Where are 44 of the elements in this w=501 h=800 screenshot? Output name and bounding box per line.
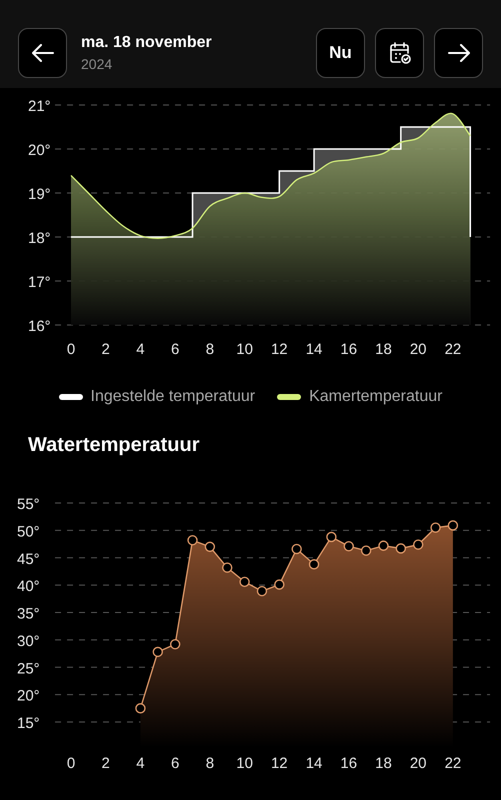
x-axis-label: 18 (375, 341, 392, 358)
y-axis-label: 19° (28, 186, 51, 203)
x-axis-label: 0 (66, 341, 76, 358)
x-axis-label: 6 (171, 341, 180, 358)
y-axis-label: 45° (17, 550, 40, 568)
legend-label: Kamertemperatuur (309, 388, 442, 406)
y-axis-label: 15° (17, 715, 40, 732)
legend-label: Ingestelde temperatuur (90, 388, 256, 406)
x-axis-label: 14 (306, 341, 322, 358)
x-axis-label: 4 (136, 755, 145, 772)
y-axis-label: 50° (17, 523, 40, 540)
y-axis-label: 30° (17, 632, 40, 650)
x-axis-label: 14 (306, 755, 322, 772)
x-axis-label: 10 (236, 341, 253, 358)
x-axis-label: 20 (410, 341, 427, 358)
y-axis-label: 21° (28, 98, 51, 115)
date-title: ma. 18 november (81, 34, 213, 52)
year-label: 2024 (81, 56, 114, 72)
x-axis-label: 6 (171, 755, 180, 772)
y-axis-label: 20° (28, 142, 51, 159)
x-axis-label: 12 (270, 341, 288, 358)
y-axis-label: 25° (17, 660, 40, 678)
x-axis-label: 22 (444, 755, 462, 772)
y-axis-label: 35° (17, 606, 40, 622)
x-axis-label: 8 (206, 755, 214, 772)
x-axis-label: 20 (410, 755, 427, 772)
x-axis-label: 16 (340, 755, 358, 772)
x-axis-label: 18 (375, 755, 392, 772)
y-axis-label: 16° (28, 318, 51, 335)
x-axis-label: 2 (102, 341, 110, 358)
x-axis-label: 8 (206, 341, 214, 358)
y-axis-label: 40° (17, 578, 40, 596)
x-axis-label: 2 (102, 755, 110, 772)
x-axis-label: 4 (136, 341, 145, 358)
section-heading: Watertemperatuur (28, 434, 201, 457)
x-axis-label: 16 (340, 341, 358, 358)
y-axis-label: 18° (28, 230, 51, 247)
x-axis-label: 22 (444, 341, 462, 358)
x-axis-label: 0 (66, 755, 76, 772)
y-axis-label: 20° (17, 688, 40, 705)
y-axis-label: 55° (17, 496, 40, 513)
x-axis-label: 10 (236, 755, 253, 772)
x-axis-label: 12 (270, 755, 288, 772)
y-axis-label: 17° (28, 274, 51, 291)
